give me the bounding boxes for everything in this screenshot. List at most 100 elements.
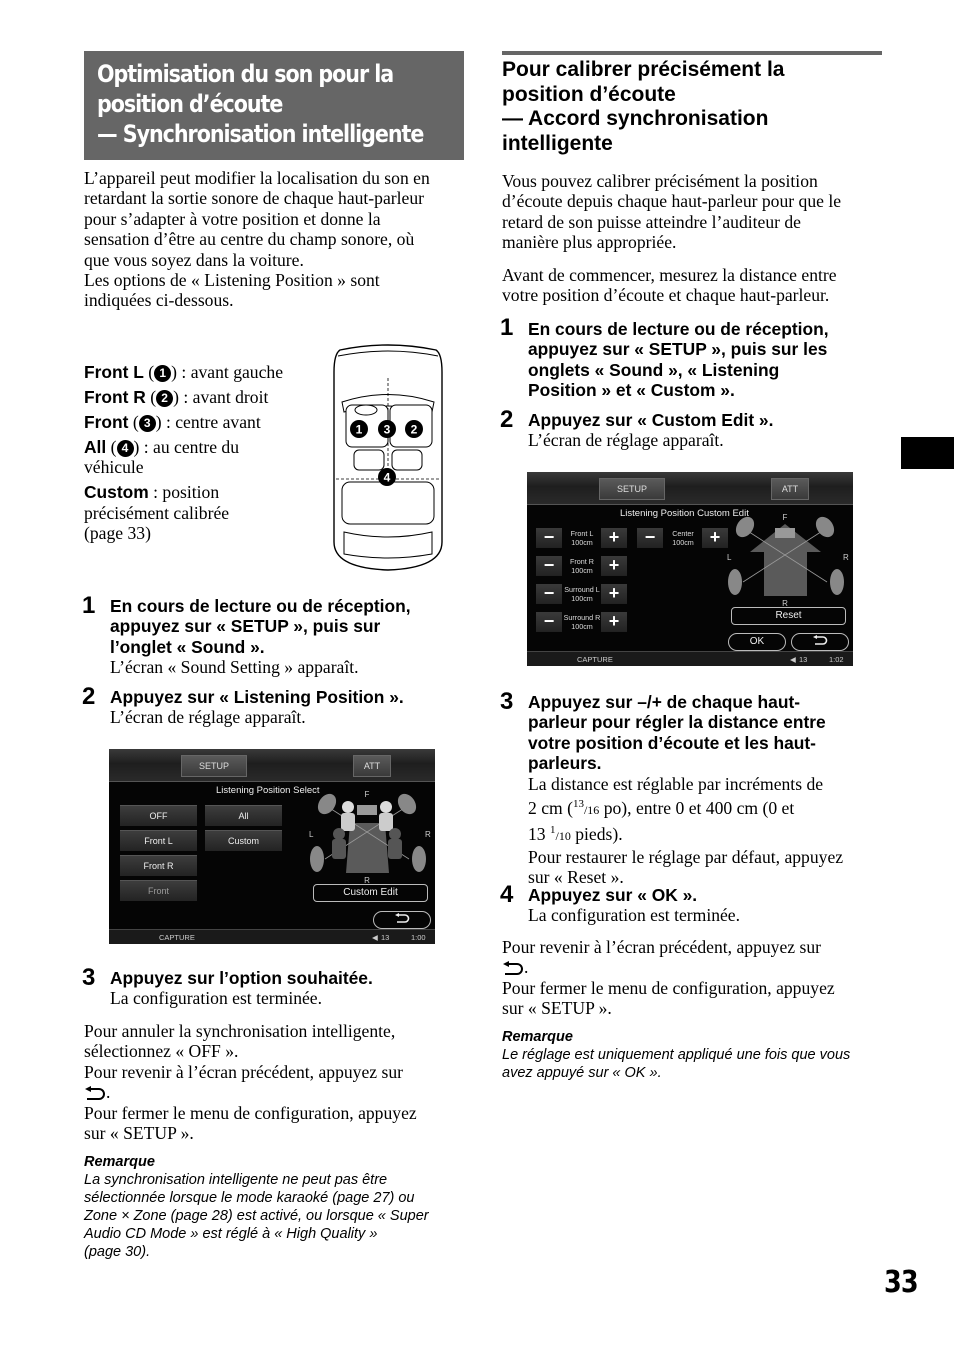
note-title: Remarque xyxy=(84,1154,155,1170)
reset-button[interactable]: Reset xyxy=(731,607,846,625)
diagram-label-front: F xyxy=(365,790,370,799)
step-heading-line: En cours de lecture ou de réception, xyxy=(528,319,829,339)
car-top-view-diagram: 1 3 2 4 xyxy=(333,344,443,571)
step-body-line: 13 1/10 pieds). xyxy=(528,820,888,846)
step-body-line: L’écran « Sound Setting » apparaît. xyxy=(110,657,359,678)
att-tab[interactable]: ATT xyxy=(353,755,391,777)
fraction-numerator: 13 xyxy=(572,798,584,811)
chapter-thumb-tab xyxy=(901,437,954,469)
subsection-heading: Pour calibrer précisément la position d’… xyxy=(502,58,882,156)
custom-edit-button[interactable]: Custom Edit xyxy=(313,884,428,902)
speaker-distance: 100cm xyxy=(571,622,593,631)
speaker-rear-right-icon xyxy=(830,569,844,595)
marker-label: 1 xyxy=(356,423,363,437)
section-title-line: Optimisation du son pour la xyxy=(97,60,394,88)
front-button[interactable]: Front xyxy=(120,880,197,901)
speaker-rear-left-icon xyxy=(728,569,742,595)
marker-2-icon: 2 xyxy=(156,390,174,407)
right-note-box: Remarque Le réglage est uniquement appli… xyxy=(502,1028,887,1082)
option-desc: précisément calibrée xyxy=(84,502,230,523)
step-body-line: 2 cm (13/16 po), entre 0 et 400 cm (0 et xyxy=(528,794,888,820)
status-bar: CAPTURE ◀ 13 1:00 xyxy=(109,929,435,944)
speaker-center-icon xyxy=(357,805,377,815)
surround-r-distance: Surround R 100cm xyxy=(563,613,601,631)
front-r-distance: Front R 100cm xyxy=(563,557,601,575)
option-desc: : position xyxy=(148,482,220,503)
step-heading-line: Position » et « Custom ». xyxy=(528,380,735,401)
option-key: All xyxy=(84,437,107,457)
option-front: Front (3) : centre avant xyxy=(84,412,261,432)
front-l-button[interactable]: Front L xyxy=(120,830,197,851)
note-line: (page 30). xyxy=(84,1244,151,1260)
custom-button[interactable]: Custom xyxy=(205,830,282,851)
speaker-rear-left-icon xyxy=(310,846,324,872)
setup-tab[interactable]: SETUP xyxy=(599,478,665,500)
option-desc: véhicule xyxy=(84,457,144,478)
page-reference: (page 33) xyxy=(84,523,151,544)
speaker-front-left-icon xyxy=(735,516,755,538)
step-1: En cours de lecture ou de réception, app… xyxy=(110,596,470,678)
speaker-front-right-icon xyxy=(815,516,835,538)
att-tab[interactable]: ATT xyxy=(771,478,809,500)
back-button[interactable] xyxy=(791,633,849,651)
step-body-line: La configuration est terminée. xyxy=(110,988,323,1009)
speaker-distance: 100cm xyxy=(571,538,593,547)
heading-line: intelligente xyxy=(502,131,613,155)
screen-top-bar: SETUP ATT xyxy=(109,749,435,782)
front-r-plus-button[interactable]: + xyxy=(601,556,627,576)
section-title-line: position d’écoute xyxy=(97,90,283,118)
ok-button[interactable]: OK xyxy=(728,633,786,651)
speaker-distance: 100cm xyxy=(571,594,593,603)
front-r-button[interactable]: Front R xyxy=(120,855,197,876)
after-steps-paragraph: Pour annuler la synchronisation intellig… xyxy=(84,1021,469,1143)
speaker-position-diagram: F L R R xyxy=(727,513,849,608)
diagram-label-left: L xyxy=(727,553,732,562)
intro-paragraph: L’appareil peut modifier la localisation… xyxy=(84,168,469,311)
section-title-line: — Synchronisation intelligente xyxy=(97,120,424,148)
back-button[interactable] xyxy=(373,911,431,929)
speaker-distance: 100cm xyxy=(672,538,694,547)
text-line: . xyxy=(84,1082,469,1102)
text-line: sensation d’être au centre du champ sono… xyxy=(84,229,415,250)
speaker-distance: 100cm xyxy=(571,566,593,575)
surround-r-plus-button[interactable]: + xyxy=(601,612,627,632)
return-arrow-icon xyxy=(503,961,523,976)
center-minus-button[interactable]: − xyxy=(637,528,663,548)
setup-tab[interactable]: SETUP xyxy=(181,755,247,777)
fraction-denominator: /10 xyxy=(555,829,571,844)
option-all: All (4) : au centre du xyxy=(84,437,240,457)
speaker-name: Front L xyxy=(570,529,594,538)
option-desc: ) : avant gauche xyxy=(171,362,284,382)
speaker-rear-right-icon xyxy=(412,846,426,872)
front-l-minus-button[interactable]: − xyxy=(536,528,562,548)
status-bar: CAPTURE ◀ 13 1:02 xyxy=(527,651,853,666)
right-intro-paragraph-2: Avant de commencer, mesurez la distance … xyxy=(502,265,887,306)
marker-1-icon: 1 xyxy=(154,365,172,382)
marker-label: 3 xyxy=(384,423,391,437)
surround-l-plus-button[interactable]: + xyxy=(601,584,627,604)
right-after-steps-paragraph: Pour revenir à l’écran précédent, appuye… xyxy=(502,937,887,1019)
surround-r-minus-button[interactable]: − xyxy=(536,612,562,632)
off-button[interactable]: OFF xyxy=(120,805,197,826)
heading-line: Pour calibrer précisément la xyxy=(502,58,785,81)
listening-position-select-screen: SETUP ATT Listening Position Select OFF … xyxy=(109,749,435,944)
text-line: retardant la sortie sonore de chaque hau… xyxy=(84,188,424,209)
note-title: Remarque xyxy=(502,1029,573,1045)
volume-level: 13 xyxy=(381,933,390,942)
option-front-l: Front L (1) : avant gauche xyxy=(84,362,284,382)
option-desc: ) : centre avant xyxy=(155,412,261,432)
front-r-minus-button[interactable]: − xyxy=(536,556,562,576)
front-l-plus-button[interactable]: + xyxy=(601,528,627,548)
right-step-1: En cours de lecture ou de réception, app… xyxy=(528,319,888,401)
clock-time: 1:00 xyxy=(411,933,426,942)
step-number: 2 xyxy=(500,406,514,433)
all-button[interactable]: All xyxy=(205,805,282,826)
step-number: 1 xyxy=(500,314,514,341)
surround-l-minus-button[interactable]: − xyxy=(536,584,562,604)
marker-3-icon: 3 xyxy=(138,415,156,432)
listening-position-custom-edit-screen: SETUP ATT Listening Position Custom Edit… xyxy=(527,472,853,666)
text-line: d’écoute depuis chaque haut-parleur pour… xyxy=(502,191,842,212)
step-heading-line: En cours de lecture ou de réception, xyxy=(110,596,411,616)
text-line: Vous pouvez calibrer précisément la posi… xyxy=(502,171,818,191)
text-line: Pour revenir à l’écran précédent, appuye… xyxy=(502,937,821,957)
